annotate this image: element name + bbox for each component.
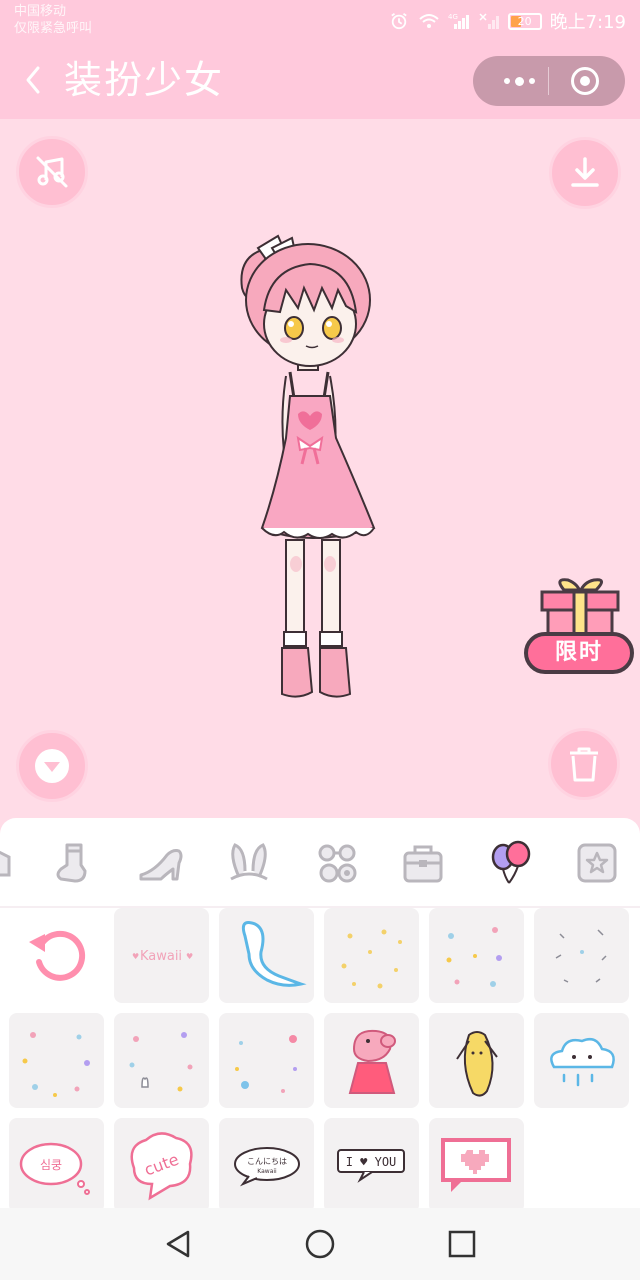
battery-level: 20 [517, 14, 532, 28]
tab-socks[interactable] [48, 838, 98, 888]
sticker-speech-korean[interactable]: 심쿵 [9, 1118, 104, 1208]
miniprogram-capsule [473, 56, 625, 106]
bag-icon [403, 845, 443, 883]
music-off-icon [36, 156, 68, 188]
sticker-confetti-1[interactable] [9, 1013, 104, 1108]
chevron-down-icon [35, 749, 69, 783]
download-icon [571, 157, 599, 187]
limited-time-gift-button[interactable]: 限时 [524, 576, 636, 680]
download-button[interactable] [549, 137, 621, 209]
wifi-icon [418, 14, 439, 28]
bunny-ears-icon [230, 843, 268, 881]
glasses-flower-icon [318, 844, 357, 883]
signal-icon: 4G [448, 13, 469, 29]
page-title: 装扮少女 [64, 58, 225, 102]
sock-icon [56, 843, 87, 883]
network-type-label: 4G [448, 13, 458, 21]
tab-clothing[interactable] [0, 838, 20, 888]
delete-button[interactable] [548, 728, 620, 800]
tab-bags[interactable] [398, 838, 448, 888]
system-recents-icon[interactable] [444, 1226, 480, 1262]
sticker-grid: Kawaii ♥ ♥ 심쿵 cute こんにちは Kawaii I ♥ YOU [0, 908, 640, 1208]
korean-sticker-label: 심쿵 [40, 1158, 62, 1172]
tab-shoes[interactable] [136, 838, 186, 888]
clothing-partial-icon [0, 850, 11, 877]
item-panel: Kawaii ♥ ♥ 심쿵 cute こんにちは Kawaii I ♥ YOU [0, 818, 640, 1208]
love-sticker-label: I ♥ YOU [346, 1155, 397, 1169]
system-home-icon[interactable] [302, 1226, 338, 1262]
limited-time-label: 限时 [524, 632, 634, 674]
category-tabs [0, 818, 640, 908]
capsule-divider [548, 67, 549, 95]
status-icons: 4G 20 晚上7:19 [388, 8, 626, 34]
back-icon[interactable] [22, 64, 46, 96]
sticker-flower-dots[interactable] [429, 908, 524, 1003]
japanese-sticker-sublabel: Kawaii [257, 1168, 277, 1175]
signal-none-icon [479, 13, 499, 29]
star-frame-icon [577, 843, 617, 883]
sticker-speech-cute[interactable]: cute [114, 1118, 209, 1208]
tab-accessories[interactable] [312, 838, 362, 888]
tab-frames[interactable] [572, 838, 622, 888]
sticker-confetti-2[interactable] [219, 1013, 314, 1108]
balloon-icon [491, 840, 531, 884]
carrier-name: 中国移动 [14, 4, 67, 19]
battery-indicator: 20 [507, 12, 542, 30]
alarm-icon [390, 13, 407, 30]
gift-box-icon [540, 578, 620, 640]
system-nav-bar [0, 1208, 640, 1280]
sticker-i-love-you[interactable]: I ♥ YOU [324, 1118, 419, 1208]
more-options-icon[interactable] [491, 56, 547, 106]
carrier-info: 中国移动 仅限紧急呼叫 [14, 3, 92, 37]
sticker-cloud[interactable] [534, 1013, 629, 1108]
sticker-pixel-heart[interactable] [429, 1118, 524, 1208]
status-bar: 中国移动 仅限紧急呼叫 4G 20 晚上7:19 [0, 0, 640, 42]
sticker-speech-japanese[interactable]: こんにちは Kawaii [219, 1118, 314, 1208]
collapse-panel-button[interactable] [16, 730, 88, 802]
title-bar: 装扮少女 [0, 42, 640, 119]
svg-text:♥: ♥ [186, 952, 193, 961]
tab-stickers[interactable] [486, 838, 536, 888]
music-toggle-button[interactable] [16, 136, 88, 208]
reset-sticker-button[interactable] [9, 908, 104, 1003]
sticker-ghost[interactable] [219, 908, 314, 1003]
japanese-sticker-label: こんにちは [247, 1157, 287, 1166]
sticker-sparkles[interactable] [324, 908, 419, 1003]
kawaii-sticker-label: Kawaii [140, 949, 182, 964]
dressup-character [240, 234, 376, 698]
close-miniprogram-icon[interactable] [571, 67, 599, 95]
svg-text:♥: ♥ [132, 952, 139, 961]
sticker-banana[interactable] [429, 1013, 524, 1108]
high-heel-icon [139, 849, 183, 881]
sticker-doodles[interactable] [534, 908, 629, 1003]
sticker-pig[interactable] [324, 1013, 419, 1108]
reset-icon [29, 930, 86, 981]
trash-icon [570, 747, 598, 782]
emergency-only-text: 仅限紧急呼叫 [14, 21, 93, 36]
tab-headwear[interactable] [224, 838, 274, 888]
sticker-kawaii-text[interactable]: Kawaii ♥ ♥ [114, 908, 209, 1003]
clock: 晚上7:19 [549, 12, 626, 33]
sticker-bunny-dots[interactable] [114, 1013, 209, 1108]
system-back-icon[interactable] [160, 1226, 196, 1262]
